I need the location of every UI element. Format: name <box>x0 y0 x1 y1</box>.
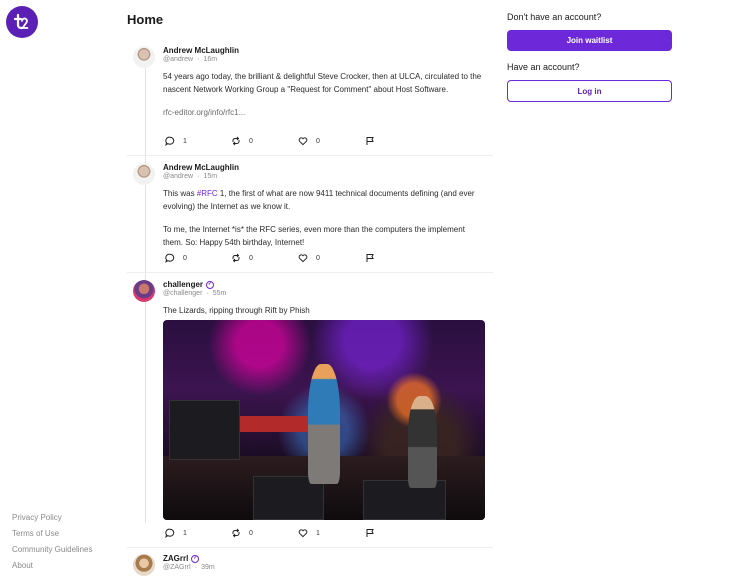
report-button[interactable] <box>365 528 375 538</box>
like-count: 1 <box>316 529 320 537</box>
post-link[interactable]: rfc-editor.org/info/rfc1... <box>163 108 245 117</box>
flag-icon <box>366 529 374 537</box>
handle-text[interactable]: @ZAGrrl <box>163 564 191 571</box>
post-text: To me, the Internet *is* the RFC series,… <box>163 225 465 247</box>
post-time: 15m <box>203 173 218 180</box>
handle-text[interactable]: @challenger <box>163 290 202 297</box>
author-name[interactable]: challenger ✓ <box>163 280 215 289</box>
repost-count: 0 <box>249 529 253 537</box>
join-waitlist-button[interactable]: Join waitlist <box>507 30 672 51</box>
like-count: 0 <box>316 137 320 145</box>
author-name[interactable]: Andrew McLaughlin <box>163 163 239 172</box>
post-time: 16m <box>203 56 218 63</box>
heart-icon <box>298 529 308 538</box>
t2-logo-icon <box>13 13 29 30</box>
author-handle: @ZAGrrl · 39m <box>163 564 215 571</box>
repost-count: 0 <box>249 254 253 262</box>
like-button[interactable]: 0 <box>298 253 320 263</box>
reply-button[interactable]: 1 <box>165 136 187 146</box>
flag-icon <box>366 254 374 262</box>
repost-button[interactable]: 0 <box>231 136 253 146</box>
repost-button[interactable]: 0 <box>231 528 253 538</box>
post-divider <box>127 547 493 548</box>
footer-links: Privacy Policy Terms of Use Community Gu… <box>12 512 92 576</box>
post-divider <box>127 155 493 156</box>
reply-button[interactable]: 1 <box>165 528 187 538</box>
reply-button[interactable]: 0 <box>165 253 187 263</box>
author-name[interactable]: ZAGrrl ✓ <box>163 554 200 563</box>
author-name[interactable]: Andrew McLaughlin <box>163 46 239 55</box>
login-button[interactable]: Log in <box>507 80 672 102</box>
page-title: Home <box>127 12 164 27</box>
t2-logo[interactable] <box>6 6 38 38</box>
reply-count: 0 <box>183 254 187 262</box>
repost-icon <box>232 528 240 538</box>
author-handle: @challenger · 55m <box>163 290 227 297</box>
report-button[interactable] <box>365 136 375 146</box>
like-button[interactable]: 1 <box>298 528 320 538</box>
avatar[interactable] <box>133 280 155 302</box>
footer-link-privacy[interactable]: Privacy Policy <box>12 512 92 528</box>
avatar[interactable] <box>133 163 155 185</box>
no-account-label: Don't have an account? <box>507 12 602 22</box>
repost-count: 0 <box>249 137 253 145</box>
verified-badge-icon: ✓ <box>191 554 200 563</box>
reply-count: 1 <box>183 137 187 145</box>
post-text: This was #RFC 1, the first of what are n… <box>163 189 475 211</box>
reply-count: 1 <box>183 529 187 537</box>
reply-icon <box>165 136 175 146</box>
have-account-label: Have an account? <box>507 62 580 72</box>
footer-link-terms[interactable]: Terms of Use <box>12 528 92 544</box>
post-text: 54 years ago today, the brilliant & deli… <box>163 72 482 94</box>
handle-text[interactable]: @andrew <box>163 173 193 180</box>
avatar[interactable] <box>133 554 155 576</box>
like-button[interactable]: 0 <box>298 136 320 146</box>
repost-icon <box>232 136 240 146</box>
like-count: 0 <box>316 254 320 262</box>
repost-button[interactable]: 0 <box>231 253 253 263</box>
heart-icon <box>298 137 308 146</box>
post-text: The Lizards, ripping through Rift by Phi… <box>163 306 310 315</box>
post-image[interactable] <box>163 320 485 520</box>
reply-icon <box>165 528 175 538</box>
footer-link-guidelines[interactable]: Community Guidelines <box>12 544 92 560</box>
heart-icon <box>298 254 308 263</box>
post-divider <box>127 272 493 273</box>
post-time: 55m <box>212 290 227 297</box>
feed: Home Andrew McLaughlin @andrew · 16m 54 ye… <box>127 0 493 580</box>
verified-badge-icon: ✓ <box>206 280 215 289</box>
reply-icon <box>165 253 175 263</box>
hashtag-link[interactable]: #RFC <box>197 189 218 198</box>
flag-icon <box>366 137 374 145</box>
repost-icon <box>232 253 240 263</box>
handle-text[interactable]: @andrew <box>163 56 193 63</box>
author-handle: @andrew · 16m <box>163 56 218 63</box>
author-handle: @andrew · 15m <box>163 173 218 180</box>
report-button[interactable] <box>365 253 375 263</box>
avatar[interactable] <box>133 46 155 68</box>
footer-link-about[interactable]: About <box>12 560 92 576</box>
post-time: 39m <box>201 564 215 571</box>
